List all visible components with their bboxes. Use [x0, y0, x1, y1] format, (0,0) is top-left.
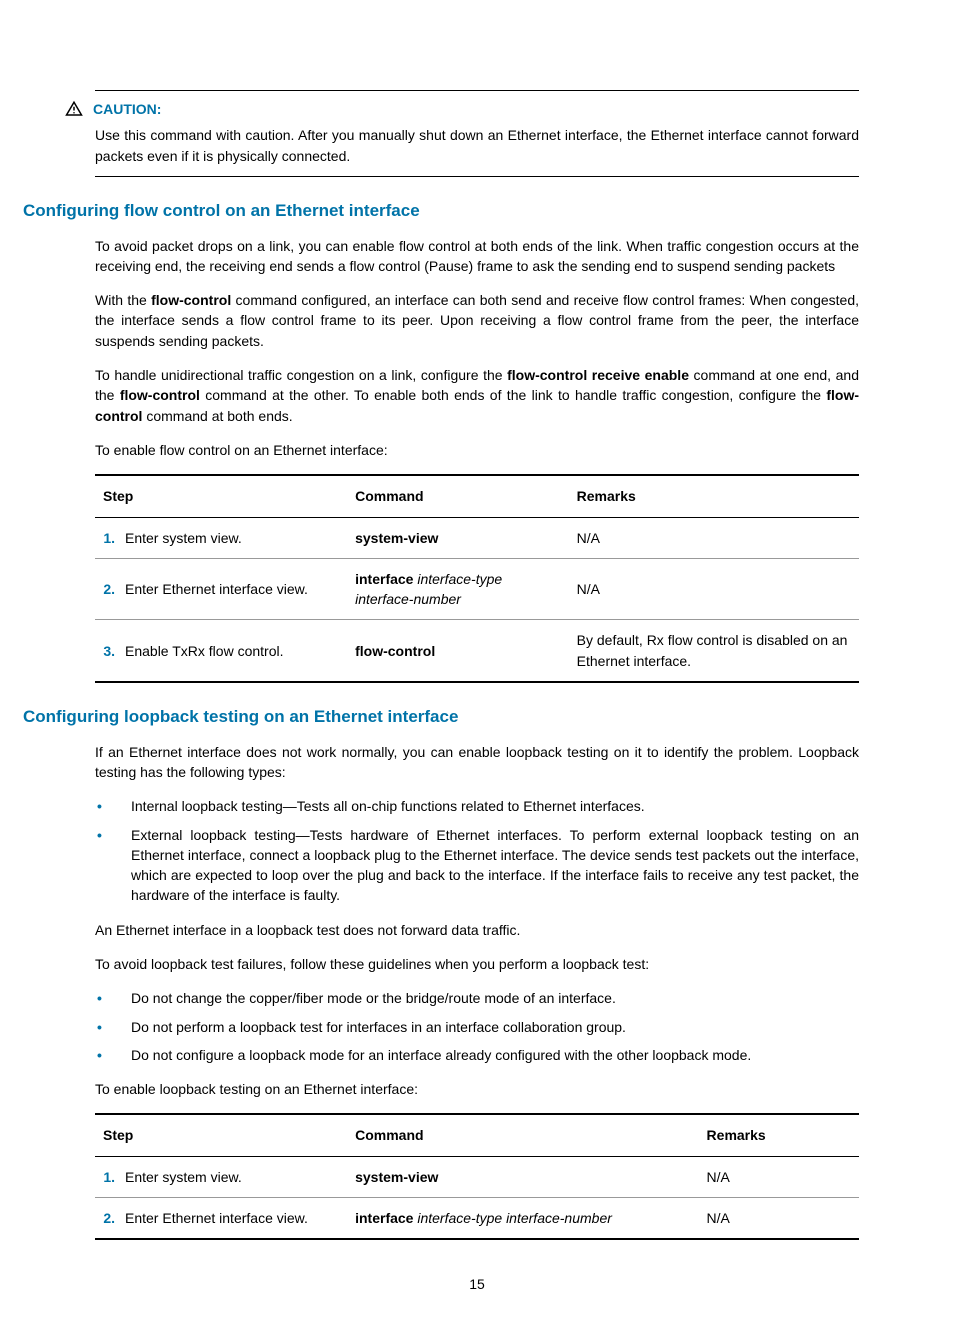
- table-row: 1.Enter system view. system-view N/A: [95, 517, 859, 558]
- col-step: Step: [95, 475, 347, 517]
- body-text: With the flow-control command configured…: [95, 290, 859, 351]
- step-number: 2.: [103, 579, 125, 599]
- remarks-cell: N/A: [569, 517, 859, 558]
- step-text: Enter system view.: [125, 530, 242, 546]
- text-fragment: To handle unidirectional traffic congest…: [95, 367, 507, 383]
- caution-label: CAUTION:: [93, 99, 161, 119]
- step-cell: 2.Enter Ethernet interface view.: [95, 1198, 347, 1240]
- text-bold: flow-control receive enable: [507, 367, 689, 383]
- command-bold: system-view: [355, 530, 438, 546]
- caution-box: CAUTION: Use this command with caution. …: [95, 90, 859, 177]
- text-fragment: command at both ends.: [142, 408, 292, 424]
- text-bold: Internal loopback testing: [131, 798, 283, 814]
- step-cell: 2.Enter Ethernet interface view.: [95, 558, 347, 620]
- step-cell: 3.Enable TxRx flow control.: [95, 620, 347, 682]
- remarks-cell: N/A: [699, 1156, 859, 1197]
- step-text: Enter Ethernet interface view.: [125, 581, 308, 597]
- table-header-row: Step Command Remarks: [95, 1114, 859, 1156]
- table-row: 2.Enter Ethernet interface view. interfa…: [95, 1198, 859, 1240]
- remarks-cell: N/A: [569, 558, 859, 620]
- command-cell: flow-control: [347, 620, 569, 682]
- warning-triangle-icon: [65, 100, 83, 118]
- loopback-table: Step Command Remarks 1.Enter system view…: [95, 1113, 859, 1240]
- text-bold: External loopback testing: [131, 827, 296, 843]
- col-command: Command: [347, 1114, 698, 1156]
- body-text: To avoid loopback test failures, follow …: [95, 954, 859, 974]
- table-row: 3.Enable TxRx flow control. flow-control…: [95, 620, 859, 682]
- step-cell: 1.Enter system view.: [95, 1156, 347, 1197]
- command-cell: interface interface-type interface-numbe…: [347, 1198, 698, 1240]
- col-remarks: Remarks: [569, 475, 859, 517]
- text-bold: flow-control: [151, 292, 231, 308]
- command-bold: interface: [355, 1210, 413, 1226]
- list-item: Do not perform a loopback test for inter…: [95, 1017, 859, 1037]
- step-text: Enter system view.: [125, 1169, 242, 1185]
- command-cell: interface interface-type interface-numbe…: [347, 558, 569, 620]
- body-text: To enable flow control on an Ethernet in…: [95, 440, 859, 460]
- step-text: Enter Ethernet interface view.: [125, 1210, 308, 1226]
- step-number: 3.: [103, 641, 125, 661]
- list-item: Internal loopback testing—Tests all on-c…: [95, 796, 859, 816]
- table-header-row: Step Command Remarks: [95, 475, 859, 517]
- text-fragment: —Tests all on-chip functions related to …: [283, 798, 645, 814]
- caution-text: Use this command with caution. After you…: [95, 125, 859, 166]
- col-step: Step: [95, 1114, 347, 1156]
- body-text: If an Ethernet interface does not work n…: [95, 742, 859, 783]
- step-number: 1.: [103, 528, 125, 548]
- body-text: To handle unidirectional traffic congest…: [95, 365, 859, 426]
- list-item: Do not change the copper/fiber mode or t…: [95, 988, 859, 1008]
- section-heading-flow-control: Configuring flow control on an Ethernet …: [23, 199, 859, 224]
- remarks-cell: N/A: [699, 1198, 859, 1240]
- loopback-types-list: Internal loopback testing—Tests all on-c…: [95, 796, 859, 905]
- command-bold: flow-control: [355, 643, 435, 659]
- command-cell: system-view: [347, 517, 569, 558]
- command-bold: system-view: [355, 1169, 438, 1185]
- guidelines-list: Do not change the copper/fiber mode or t…: [95, 988, 859, 1065]
- table-row: 2.Enter Ethernet interface view. interfa…: [95, 558, 859, 620]
- body-text: To avoid packet drops on a link, you can…: [95, 236, 859, 277]
- text-fragment: With the: [95, 292, 151, 308]
- command-bold: interface: [355, 571, 413, 587]
- page-number: 15: [95, 1274, 859, 1294]
- caution-header: CAUTION:: [65, 99, 859, 119]
- step-text: Enable TxRx flow control.: [125, 643, 283, 659]
- text-bold: flow-control: [120, 387, 200, 403]
- body-text: An Ethernet interface in a loopback test…: [95, 920, 859, 940]
- body-text: To enable loopback testing on an Etherne…: [95, 1079, 859, 1099]
- text-fragment: command at the other. To enable both end…: [200, 387, 826, 403]
- step-number: 2.: [103, 1208, 125, 1228]
- flow-control-table: Step Command Remarks 1.Enter system view…: [95, 474, 859, 683]
- command-italic: interface-type interface-number: [413, 1210, 611, 1226]
- command-cell: system-view: [347, 1156, 698, 1197]
- list-item: Do not configure a loopback mode for an …: [95, 1045, 859, 1065]
- list-item: External loopback testing—Tests hardware…: [95, 825, 859, 906]
- table-row: 1.Enter system view. system-view N/A: [95, 1156, 859, 1197]
- step-cell: 1.Enter system view.: [95, 517, 347, 558]
- step-number: 1.: [103, 1167, 125, 1187]
- col-command: Command: [347, 475, 569, 517]
- remarks-cell: By default, Rx flow control is disabled …: [569, 620, 859, 682]
- col-remarks: Remarks: [699, 1114, 859, 1156]
- section-heading-loopback: Configuring loopback testing on an Ether…: [23, 705, 859, 730]
